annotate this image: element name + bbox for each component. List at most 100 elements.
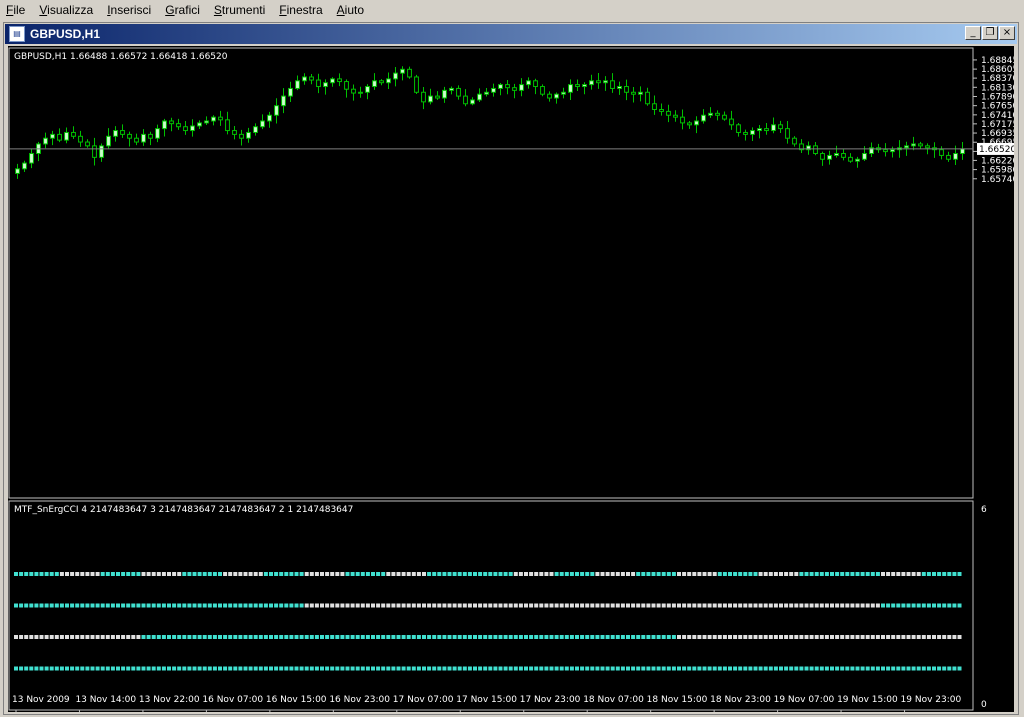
candle-bear (785, 128, 790, 139)
x-tick-label: 16 Nov 15:00 (265, 695, 327, 705)
indicator-dot (90, 635, 95, 639)
menu-visualizza[interactable]: Visualizza (33, 0, 101, 20)
candle-bull (617, 86, 622, 89)
candle-bull (295, 80, 300, 89)
indicator-dot (85, 635, 90, 639)
indicator-dot (253, 635, 258, 639)
menu-file[interactable]: File (0, 0, 33, 20)
indicator-dot (467, 603, 472, 608)
indicator-dot (636, 635, 641, 639)
indicator-dot (610, 635, 615, 639)
candle-bull (372, 80, 377, 88)
indicator-dot (274, 635, 279, 639)
indicator-dot (835, 666, 840, 671)
indicator-dot (580, 635, 585, 639)
candle-bear (463, 95, 468, 105)
candle-bull (190, 125, 195, 132)
window-titlebar[interactable]: ▤ GBPUSD,H1 _ ❐ × (5, 24, 1017, 44)
candle-bull (386, 78, 391, 84)
indicator-dot (483, 635, 488, 639)
indicator-dot (59, 635, 64, 639)
indicator-dot (804, 635, 809, 639)
indicator-dot (376, 572, 381, 576)
indicator-dot (427, 603, 432, 608)
indicator-dot (462, 635, 467, 639)
indicator-dot (682, 572, 687, 576)
candle-bull (22, 162, 27, 170)
indicator-dot (65, 572, 69, 576)
price-chart[interactable]: 1.688451.686051.683701.681301.678901.676… (8, 46, 1014, 712)
menu-grafici[interactable]: Grafici (159, 0, 208, 20)
candle-bear (673, 114, 678, 118)
indicator-dot (819, 603, 824, 608)
restore-button[interactable]: ❐ (982, 26, 998, 40)
indicator-dot (442, 666, 447, 671)
indicator-dot (901, 603, 906, 608)
candle-bear (505, 84, 510, 89)
indicator-dot (743, 635, 748, 639)
indicator-dot (789, 572, 794, 576)
indicator-dot (626, 572, 630, 576)
indicator-dot (641, 572, 646, 576)
candle-bull (428, 95, 433, 103)
indicator-dot (365, 666, 370, 671)
indicator-dot (156, 666, 161, 671)
indicator-dot (478, 666, 483, 671)
close-button[interactable]: × (999, 26, 1015, 40)
menu-strumenti[interactable]: Strumenti (208, 0, 273, 20)
indicator-dot (671, 635, 676, 639)
indicator-dot (707, 666, 712, 671)
indicator-dot (503, 603, 508, 608)
indicator-dot (442, 603, 447, 608)
indicator-dot (187, 572, 192, 576)
indicator-dot (508, 572, 513, 576)
indicator-dot (141, 666, 146, 671)
chart-canvas[interactable]: 1.688451.686051.683701.681301.678901.676… (8, 46, 1014, 712)
indicator-dot (294, 635, 299, 639)
menu-aiuto[interactable]: Aiuto (331, 0, 372, 20)
indicator-dot (860, 635, 865, 639)
indicator-dot (386, 603, 391, 608)
menu-finestra[interactable]: Finestra (273, 0, 330, 20)
indicator-dot (529, 635, 534, 639)
candle-bear (820, 153, 825, 160)
indicator-dot (34, 603, 39, 608)
candle-bull (484, 91, 489, 95)
indicator-dot (304, 572, 309, 576)
indicator-dot (926, 666, 931, 671)
indicator-dot (600, 572, 605, 576)
menu-inserisci[interactable]: Inserisci (101, 0, 159, 20)
candle-bear (925, 145, 930, 149)
candle-bear (652, 103, 657, 111)
indicator-dot (600, 603, 605, 608)
indicator-dot (182, 635, 187, 639)
indicator-dot (687, 603, 692, 608)
indicator-dot (886, 666, 891, 671)
indicator-dot (860, 666, 865, 671)
indicator-dot (814, 666, 819, 671)
indicator-dot (248, 572, 253, 576)
indicator-dot (845, 603, 850, 608)
bid-label: 1.66520 (979, 145, 1014, 155)
indicator-dot (75, 603, 80, 608)
candle-bear (120, 130, 125, 135)
indicator-dot (605, 572, 610, 576)
indicator-dot (228, 572, 233, 576)
indicator-dot (39, 666, 44, 671)
indicator-dot (835, 603, 840, 608)
indicator-dot (218, 572, 222, 576)
indicator-dot (391, 635, 396, 639)
indicator-dot (926, 635, 931, 639)
candle-bull (400, 68, 405, 74)
candle-bull (519, 84, 524, 91)
indicator-dot (243, 635, 248, 639)
indicator-dot (881, 666, 885, 671)
candle-bull (29, 153, 34, 164)
candle-bear (183, 126, 188, 132)
indicator-dot (29, 603, 34, 608)
indicator-dot (615, 635, 620, 639)
indicator-dot (947, 603, 952, 608)
indicator-dot (840, 666, 845, 671)
minimize-button[interactable]: _ (965, 26, 981, 40)
candle-bear (645, 91, 650, 105)
